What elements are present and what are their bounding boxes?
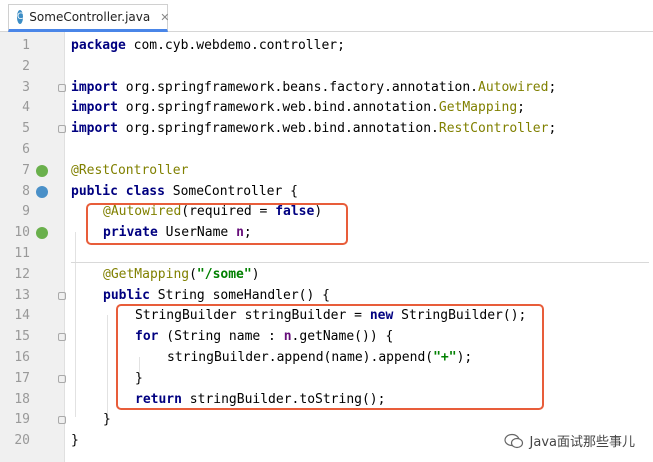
line-number: 14: [14, 308, 30, 324]
code-text: public class SomeController {: [71, 183, 298, 199]
line-number: 2: [22, 58, 30, 74]
line-number: 1: [22, 38, 30, 53]
code-text: @GetMapping("/some"): [103, 266, 260, 282]
code-text: import org.springframework.beans.factory…: [71, 79, 557, 95]
line-number: 8: [22, 183, 30, 199]
close-icon[interactable]: ✕: [160, 11, 169, 24]
code-text: }: [71, 433, 79, 449]
method-separator: [71, 262, 649, 263]
code-editor[interactable]: 1 package com.cyb.webdemo.controller; 2 …: [0, 32, 653, 462]
code-text: import org.springframework.web.bind.anno…: [71, 121, 557, 137]
code-text: package com.cyb.webdemo.controller;: [71, 38, 345, 53]
java-class-icon: C: [17, 10, 24, 24]
line-number: 15: [14, 329, 30, 345]
line-number: 12: [14, 266, 30, 282]
line-number: 4: [22, 100, 30, 116]
highlight-box-field: [86, 203, 348, 245]
line-number: 3: [22, 79, 30, 95]
line-number: 7: [22, 162, 30, 178]
watermark: Java面试那些事儿: [503, 431, 635, 450]
code-line: 4 import org.springframework.web.bind.an…: [0, 98, 653, 119]
code-line: 6: [0, 140, 653, 161]
code-line: 1 package com.cyb.webdemo.controller;: [0, 36, 653, 57]
tab-title: SomeController.java: [29, 10, 151, 24]
fold-icon[interactable]: [58, 291, 66, 300]
highlight-box-method-body: [116, 304, 544, 410]
editor-tab-bar: C SomeController.java ✕: [0, 0, 653, 32]
line-number: 20: [14, 433, 30, 449]
line-number: 11: [14, 246, 30, 261]
line-number: 17: [14, 370, 30, 386]
code-line: 5 import org.springframework.web.bind.an…: [0, 119, 653, 140]
spring-bean-icon[interactable]: [36, 164, 48, 177]
line-number: 18: [14, 391, 30, 407]
code-line: 3 import org.springframework.beans.facto…: [0, 78, 653, 99]
code-line: 7 @RestController: [0, 161, 653, 182]
code-line: 8 public class SomeController {: [0, 182, 653, 203]
fold-icon[interactable]: [58, 125, 66, 134]
line-number: 6: [22, 142, 30, 157]
code-line: 12 @GetMapping("/some"): [0, 265, 653, 286]
line-number: 9: [22, 204, 30, 220]
line-number: 10: [14, 225, 30, 241]
fold-icon[interactable]: [58, 416, 66, 425]
fold-icon[interactable]: [58, 374, 66, 383]
tab-somecontroller[interactable]: C SomeController.java ✕: [8, 4, 169, 32]
code-text: import org.springframework.web.bind.anno…: [71, 100, 525, 116]
chat-bubble-icon: [503, 433, 523, 448]
line-number: 19: [14, 412, 30, 428]
fold-icon[interactable]: [58, 83, 66, 92]
watermark-text: Java面试那些事儿: [529, 435, 635, 450]
code-line: 2: [0, 57, 653, 78]
line-number: 16: [14, 350, 30, 365]
code-text: @RestController: [71, 162, 189, 178]
line-number: 13: [14, 287, 30, 303]
autowired-bean-icon[interactable]: [36, 227, 48, 240]
spring-class-icon[interactable]: [36, 185, 48, 198]
code-line: 19 }: [0, 410, 653, 431]
fold-icon[interactable]: [58, 333, 66, 342]
line-number: 5: [22, 121, 30, 137]
code-text: }: [103, 412, 111, 428]
